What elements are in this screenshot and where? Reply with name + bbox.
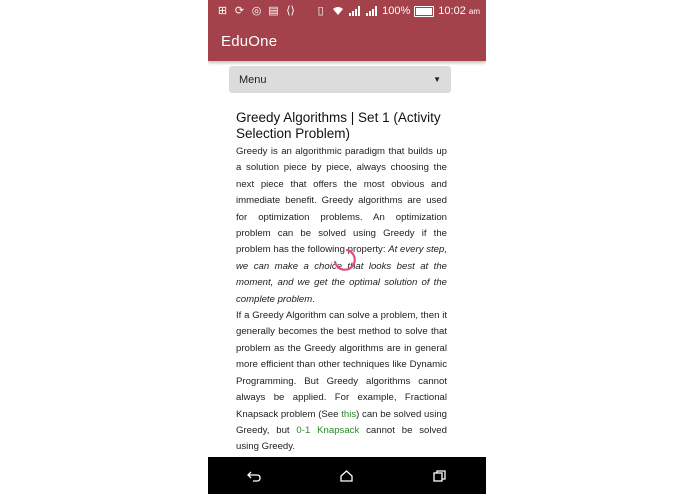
dropdown-arrow-icon: ▼ xyxy=(433,75,441,84)
paragraph-text: . xyxy=(312,293,315,305)
navigation-bar xyxy=(208,457,486,494)
battery-percent: 100% xyxy=(382,5,411,17)
notification-plus-icon: ⊞ xyxy=(217,5,228,17)
article-title: Greedy Algorithms | Set 1 (Activity Sele… xyxy=(236,110,441,141)
knapsack-link[interactable]: 0-1 Knapsack xyxy=(296,425,359,436)
menu-dropdown-label: Menu xyxy=(239,73,267,86)
paragraph-text: If a Greedy Algorithm can solve a proble… xyxy=(236,310,447,420)
battery-icon xyxy=(414,5,435,17)
home-button[interactable] xyxy=(327,461,367,491)
wifi-icon xyxy=(331,5,344,17)
signal-icon xyxy=(365,5,378,17)
vibrate-icon: ▯ xyxy=(317,5,324,17)
this-link[interactable]: this xyxy=(341,409,356,420)
code-icon: ⟨⟩ xyxy=(286,5,295,17)
recent-apps-button[interactable] xyxy=(420,461,460,491)
sync-icon: ⟳ xyxy=(234,5,245,17)
article: Greedy Algorithms | Set 1 (Activity Sele… xyxy=(236,110,447,456)
recent-apps-icon xyxy=(433,469,446,482)
paragraph-text: Greedy is an algorithmic paradigm that b… xyxy=(236,146,447,256)
app-bar: EduOne xyxy=(208,22,486,61)
back-icon xyxy=(247,471,261,482)
whatsapp-icon: ◎ xyxy=(251,5,262,17)
phone-screen: ⊞ ⟳ ◎ ▤ ⟨⟩ ▯ 100% 10:02 am EduOne Menu ▼ xyxy=(208,0,486,494)
clock-ampm: am xyxy=(468,7,480,16)
menu-dropdown[interactable]: Menu ▼ xyxy=(229,66,451,93)
keyboard-icon: ▤ xyxy=(268,5,279,17)
home-icon xyxy=(340,469,354,482)
status-bar: ⊞ ⟳ ◎ ▤ ⟨⟩ ▯ 100% 10:02 am xyxy=(208,0,486,22)
clock: 10:02 am xyxy=(438,5,480,17)
article-paragraph-2: If a Greedy Algorithm can solve a proble… xyxy=(236,308,447,456)
article-paragraph-1: Greedy is an algorithmic paradigm that b… xyxy=(236,144,447,308)
signal-icon xyxy=(348,5,361,17)
app-title: EduOne xyxy=(221,33,278,50)
loading-spinner-icon xyxy=(333,248,356,271)
back-button[interactable] xyxy=(234,461,274,491)
clock-time: 10:02 xyxy=(438,5,466,17)
